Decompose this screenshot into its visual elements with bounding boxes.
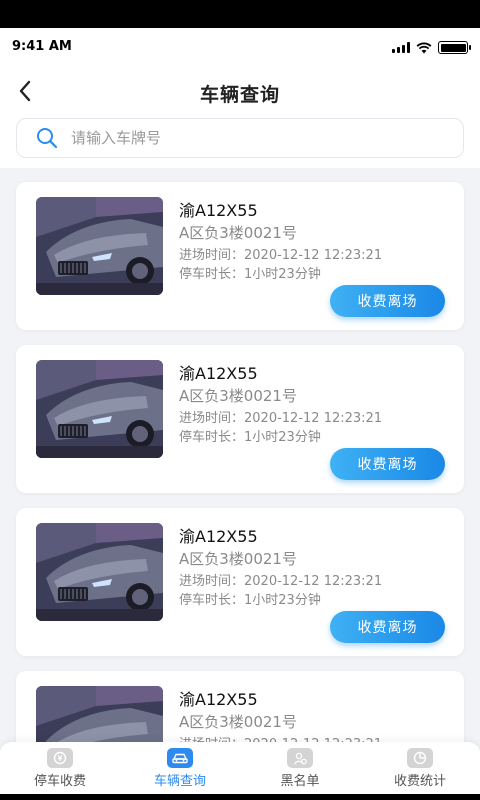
nav-bar: 车辆查询 (0, 70, 480, 114)
car-photo (36, 197, 163, 295)
signal-icon (392, 42, 410, 53)
charge-exit-button[interactable]: 收费离场 (330, 285, 445, 317)
tab-label: 车辆查询 (153, 774, 206, 789)
parking-location: A区负3楼0021号 (179, 713, 297, 731)
search-icon (35, 126, 59, 150)
wifi-icon (416, 42, 432, 53)
vehicle-card: 渝A12X55 A区负3楼0021号 进场时间：2020-12-12 12:23… (16, 345, 464, 493)
tab-label: 收费统计 (393, 774, 446, 789)
parking-fee-icon (47, 748, 73, 768)
page-title: 车辆查询 (199, 84, 280, 106)
header: 9:41 AM 车辆查询 (0, 28, 480, 168)
search-bar[interactable] (16, 118, 464, 158)
entry-time-value: 2020-12-12 12:23:21 (244, 411, 383, 426)
car-icon (167, 748, 193, 768)
app-screen: 9:41 AM 车辆查询 请输入车牌号 渝A12X55 A区负3楼0021号 进… (0, 28, 480, 794)
duration-row: 停车时长：1小时23分钟 (179, 265, 459, 284)
entry-time-label: 进场时间： (179, 411, 245, 426)
battery-icon (438, 41, 471, 54)
entry-time-value: 2020-12-12 12:23:21 (244, 574, 383, 589)
status-icons (392, 41, 471, 54)
entry-time-label: 进场时间： (179, 248, 245, 263)
plate-number: 渝A12X55 (179, 364, 258, 383)
blacklist-icon (287, 748, 313, 768)
entry-time-value: 2020-12-12 12:23:21 (244, 248, 383, 263)
charge-exit-button[interactable]: 收费离场 (330, 611, 445, 643)
tab-statistics[interactable]: 收费统计 (360, 742, 480, 794)
car-photo (36, 523, 163, 621)
duration-value: 1小时23分钟 (244, 430, 321, 445)
vehicle-info: 渝A12X55 A区负3楼0021号 进场时间：2020-12-12 12:23… (179, 201, 459, 284)
entry-time-row: 进场时间：2020-12-12 12:23:21 (179, 572, 459, 591)
parking-location: A区负3楼0021号 (179, 224, 297, 242)
tab-blacklist[interactable]: 黑名单 (240, 742, 360, 794)
status-bar: 9:41 AM (0, 28, 480, 66)
duration-value: 1小时23分钟 (244, 593, 321, 608)
tab-label: 黑名单 (280, 774, 320, 789)
vehicle-list: 渝A12X55 A区负3楼0021号 进场时间：2020-12-12 12:23… (16, 182, 464, 794)
duration-label: 停车时长： (179, 593, 245, 608)
duration-label: 停车时长： (179, 430, 245, 445)
car-photo (36, 360, 163, 458)
status-time: 9:41 AM (12, 39, 72, 54)
tab-parking-fee[interactable]: 停车收费 (0, 742, 120, 794)
tab-car[interactable]: 车辆查询 (120, 742, 240, 794)
tab-label: 停车收费 (33, 774, 86, 789)
vehicle-card: 渝A12X55 A区负3楼0021号 进场时间：2020-12-12 12:23… (16, 182, 464, 330)
vehicle-info: 渝A12X55 A区负3楼0021号 进场时间：2020-12-12 12:23… (179, 527, 459, 610)
duration-value: 1小时23分钟 (244, 267, 321, 282)
duration-row: 停车时长：1小时23分钟 (179, 428, 459, 447)
plate-number: 渝A12X55 (179, 527, 258, 546)
plate-number: 渝A12X55 (179, 201, 258, 220)
tab-bar: 停车收费 车辆查询 黑名单 收费统计 (0, 742, 480, 794)
vehicle-card: 渝A12X55 A区负3楼0021号 进场时间：2020-12-12 12:23… (16, 508, 464, 656)
duration-row: 停车时长：1小时23分钟 (179, 591, 459, 610)
search-input[interactable] (71, 129, 451, 147)
entry-time-row: 进场时间：2020-12-12 12:23:21 (179, 246, 459, 265)
parking-location: A区负3楼0021号 (179, 550, 297, 568)
statistics-icon (407, 748, 433, 768)
duration-label: 停车时长： (179, 267, 245, 282)
vehicle-info: 渝A12X55 A区负3楼0021号 进场时间：2020-12-12 12:23… (179, 364, 459, 447)
charge-exit-button[interactable]: 收费离场 (330, 448, 445, 480)
entry-time-row: 进场时间：2020-12-12 12:23:21 (179, 409, 459, 428)
parking-location: A区负3楼0021号 (179, 387, 297, 405)
plate-number: 渝A12X55 (179, 690, 258, 709)
entry-time-label: 进场时间： (179, 574, 245, 589)
